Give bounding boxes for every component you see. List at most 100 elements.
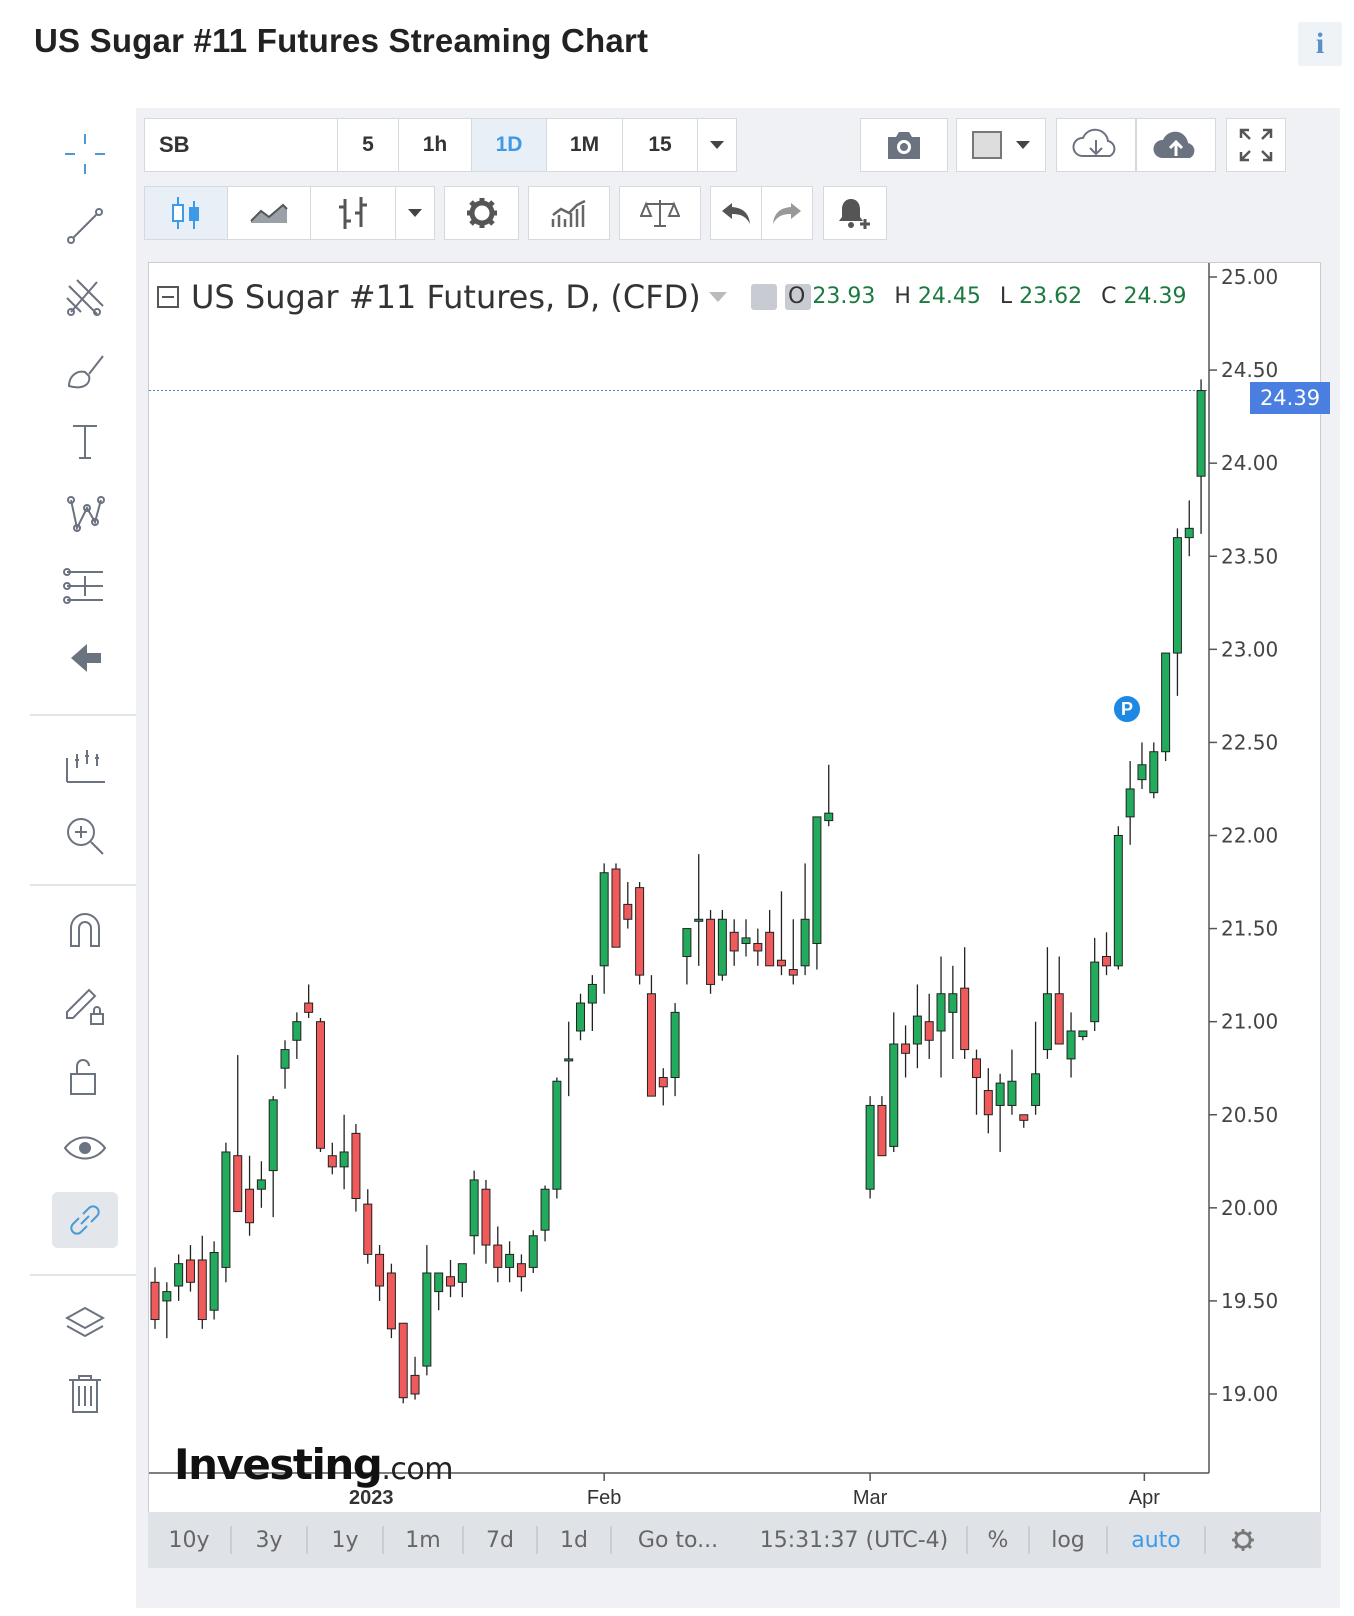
candle-body [505,1253,515,1268]
area-style-button[interactable] [227,186,311,240]
undo-icon [722,203,750,224]
crosshair-icon[interactable] [52,126,118,182]
x-tick-label: Feb [587,1487,621,1509]
candle-body [1019,1114,1029,1121]
chevron-down-icon [408,209,422,217]
fullscreen-button[interactable] [1226,118,1286,172]
candle-body [800,918,810,967]
candle-body [694,918,704,922]
zoom-in-icon[interactable] [52,808,118,864]
compare-button[interactable] [619,186,701,240]
range-1m-button[interactable]: 1m [384,1512,462,1568]
add-alert-button[interactable] [823,186,887,240]
y-tick-label: 21.00 [1221,1010,1278,1034]
event-marker[interactable]: P [1112,694,1142,724]
redo-button[interactable] [761,186,813,240]
range-10y-button[interactable]: 10y [148,1512,230,1568]
y-tick-label: 20.50 [1221,1103,1278,1127]
high-label: H [894,284,911,309]
undo-button[interactable] [710,186,762,240]
log-toggle[interactable]: log [1030,1512,1106,1568]
text-icon[interactable] [52,414,118,470]
chevron-down-icon [710,141,724,149]
candles-style-button[interactable] [144,186,228,240]
scale-icon [640,200,680,227]
candle-body [386,1272,396,1330]
style-select[interactable] [956,118,1046,172]
open-label: O [788,284,806,309]
trash-icon[interactable] [52,1366,118,1422]
candle-body [315,1021,325,1149]
pattern-icon[interactable] [52,486,118,542]
goto-button[interactable]: Go to... [612,1512,744,1568]
candle-body [185,1259,195,1283]
cloud-load-button[interactable] [1056,118,1136,172]
x-tick-label: Apr [1129,1487,1160,1509]
ohlc-values: O 23.93 H 24.45 L 23.62 C 24.39 [788,284,1198,309]
percent-toggle[interactable]: % [968,1512,1028,1568]
auto-toggle[interactable]: auto [1108,1512,1204,1568]
pencil-lock-icon[interactable] [52,976,118,1032]
candle-body [422,1272,432,1367]
measure-icon[interactable] [52,558,118,614]
interval-1d-button[interactable]: 1D [471,118,547,172]
gear-icon [466,198,497,228]
interval-1m-button[interactable]: 1M [546,118,623,172]
candle-body [446,1276,455,1287]
visibility-icon[interactable] [750,284,777,310]
redo-icon [773,203,801,224]
range-3y-button[interactable]: 3y [232,1512,306,1568]
cloud-upload-icon [1153,131,1195,158]
candle-body [174,1263,184,1287]
candle-body [717,918,727,976]
layers-icon[interactable] [52,1294,118,1350]
screenshot-button[interactable] [860,118,948,172]
candle-body [1184,527,1194,539]
interval-1h-button[interactable]: 1h [398,118,472,172]
settings-button[interactable] [444,186,519,240]
candle-body [901,1043,911,1054]
expand-icon [1239,128,1273,162]
range-1y-button[interactable]: 1y [308,1512,382,1568]
candle-body [599,872,609,967]
unlock-icon[interactable] [52,1048,118,1104]
chart-bars-icon[interactable] [52,736,118,792]
range-1d-button[interactable]: 1d [538,1512,610,1568]
color-swatch-icon [972,131,1002,159]
chart-settings-button[interactable] [1206,1512,1280,1568]
gear-icon [1232,1529,1254,1551]
y-tick-label: 24.50 [1221,358,1278,382]
link-icon[interactable] [52,1192,118,1248]
magnet-icon[interactable] [52,904,118,960]
symbol-input[interactable]: SB [144,118,338,172]
interval-5-button[interactable]: 5 [337,118,399,172]
chevron-down-icon[interactable] [708,292,727,302]
candle-body [197,1259,207,1321]
style-dropdown-button[interactable] [395,186,435,240]
chart-area[interactable]: 19.00 19.50 20.00 20.50 21.00 21.50 22.00 22.50… [148,262,1321,1513]
candle-body [824,812,834,822]
brush-icon[interactable] [52,342,118,398]
cloud-save-button[interactable] [1136,118,1216,172]
eye-icon[interactable] [52,1120,118,1176]
trend-line-icon[interactable] [52,198,118,254]
collapse-icon[interactable] [157,286,179,308]
candle-body [1066,1030,1076,1060]
candle-body [1137,764,1147,781]
candle-body [765,931,775,967]
candle-body [245,1188,255,1224]
chart-canvas[interactable]: 19.00 19.50 20.00 20.50 21.00 21.50 22.00 22.50… [149,263,1322,1514]
pitchfork-icon[interactable] [52,270,118,326]
y-tick-label: 22.50 [1221,730,1278,754]
bars-style-button[interactable] [310,186,396,240]
indicators-button[interactable] [528,186,610,240]
candle-body [1007,1080,1017,1106]
interval-15-button[interactable]: 15 [622,118,698,172]
range-7d-button[interactable]: 7d [464,1512,536,1568]
candle-body [493,1244,503,1268]
page-title: US Sugar #11 Futures Streaming Chart [34,22,649,59]
back-arrow-icon[interactable] [52,630,118,686]
interval-dropdown-button[interactable] [697,118,737,172]
candle-body [1125,788,1135,818]
info-icon[interactable]: i [1298,22,1342,66]
